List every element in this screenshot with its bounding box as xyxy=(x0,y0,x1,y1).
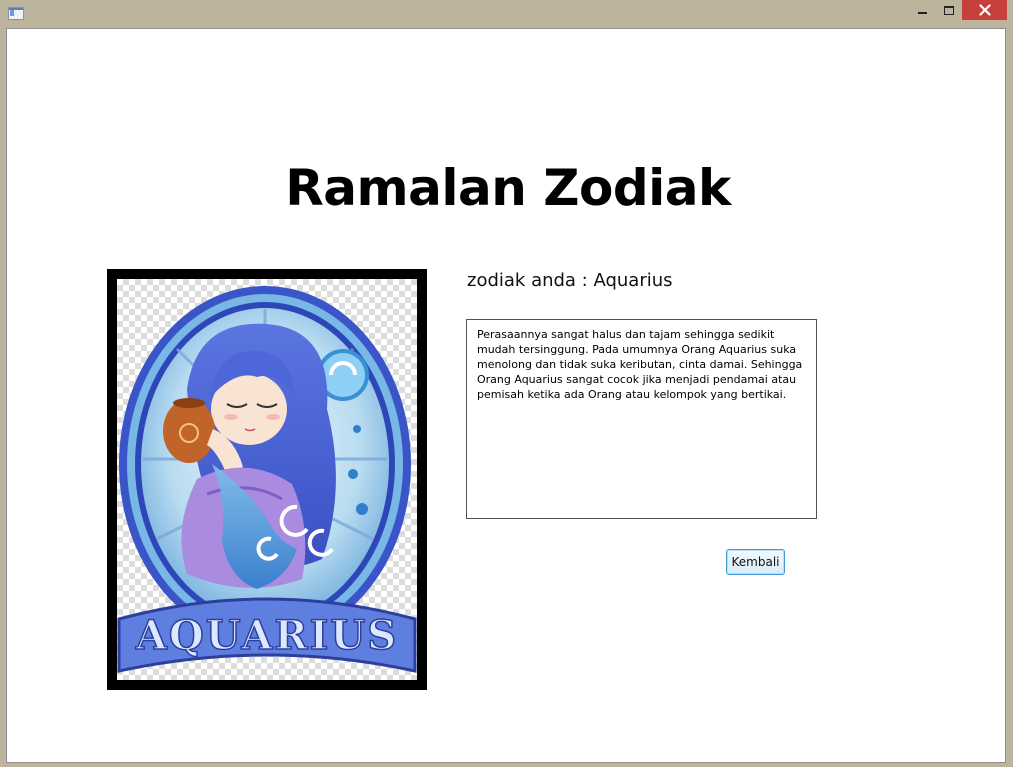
title-bar[interactable] xyxy=(0,0,1013,28)
app-icon[interactable] xyxy=(8,7,24,20)
page-title: Ramalan Zodiak xyxy=(285,159,731,217)
aquarius-lettering: AQUARIUS xyxy=(135,612,398,659)
back-button[interactable]: Kembali xyxy=(726,549,785,575)
app-window: Ramalan Zodiak AQUARIUS zodiak anda: Aq… xyxy=(0,0,1013,767)
zodiac-image-frame: AQUARIUS xyxy=(107,269,427,690)
description-text: Perasaannya sangat halus dan tajam sehin… xyxy=(477,328,803,401)
aquarius-illustration: AQUARIUS xyxy=(117,279,417,680)
zodiac-result-label: zodiak anda : Aquarius xyxy=(467,270,673,291)
maximize-button[interactable] xyxy=(935,0,962,20)
description-textbox[interactable]: Perasaannya sangat halus dan tajam sehin… xyxy=(466,319,817,519)
minimize-button[interactable] xyxy=(909,0,935,20)
close-button[interactable] xyxy=(962,0,1007,20)
maximize-icon xyxy=(943,5,954,15)
main-content: Ramalan Zodiak AQUARIUS zodiak anda: Aq… xyxy=(6,28,1006,763)
close-icon xyxy=(978,4,991,16)
minimize-icon xyxy=(917,12,927,14)
